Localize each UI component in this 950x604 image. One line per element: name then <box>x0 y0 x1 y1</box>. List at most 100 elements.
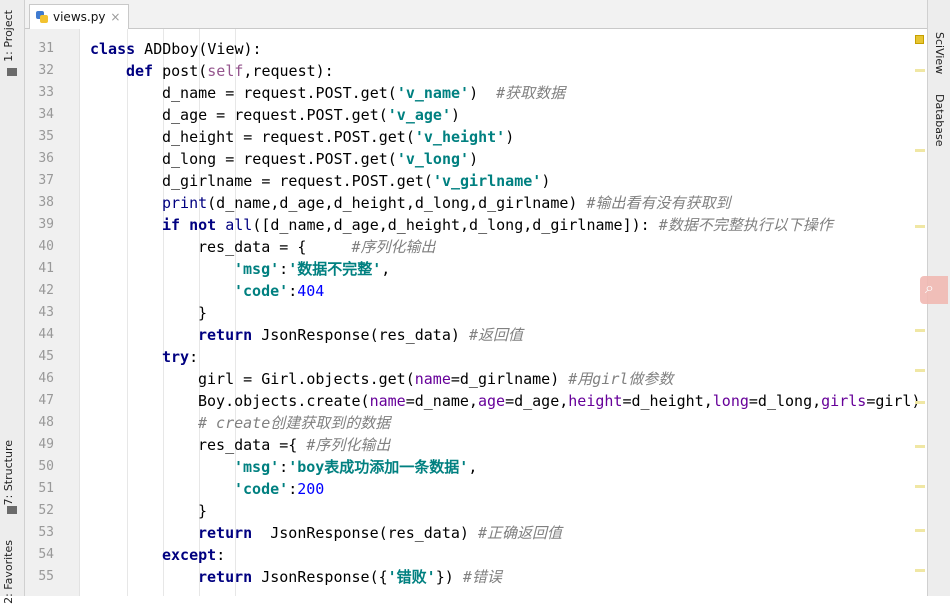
line-number: 33 <box>38 85 54 100</box>
code-text: d_girlname = request.POST.get( <box>162 172 433 190</box>
code-comment: # create创建获取到的数据 <box>198 414 391 432</box>
code-text: =d_height, <box>622 392 713 410</box>
code-line-46[interactable]: girl = Girl.objects.get(name=d_girlname)… <box>198 368 673 390</box>
code-line-54[interactable]: except: <box>162 544 225 566</box>
database-tool-tab[interactable]: Database <box>933 94 946 147</box>
code-text: : <box>288 282 298 300</box>
code-text: =d_long, <box>748 392 822 410</box>
code-text: ([d_name,d_age,d_height,d_long,d_girlnam… <box>252 216 659 234</box>
structure-icon <box>7 506 17 514</box>
keyword: except <box>162 546 217 564</box>
error-stripe[interactable] <box>913 29 927 596</box>
code-line-50[interactable]: 'msg':'boy表成功添加一条数据', <box>234 456 477 478</box>
warning-mark[interactable] <box>915 529 925 532</box>
warning-mark[interactable] <box>915 445 925 448</box>
string-literal: 'v_girlname' <box>432 172 542 190</box>
line-number: 44 <box>38 327 54 342</box>
code-text: JsonResponse(res_data) <box>252 326 469 344</box>
code-text: res_data = { <box>198 238 352 256</box>
line-number: 52 <box>38 503 54 518</box>
project-tool-tab[interactable]: 1: Project <box>2 10 15 62</box>
line-number: 31 <box>38 41 54 56</box>
code-text: JsonResponse(res_data) <box>252 524 478 542</box>
code-line-35[interactable]: d_height = request.POST.get('v_height') <box>162 126 514 148</box>
search-everywhere-button[interactable]: ⌕ <box>920 276 948 304</box>
code-text: : <box>288 480 298 498</box>
line-number: 55 <box>38 569 54 584</box>
code-line-36[interactable]: d_long = request.POST.get('v_long') <box>162 148 478 170</box>
line-number: 51 <box>38 481 54 496</box>
warning-mark[interactable] <box>915 69 925 72</box>
code-text: JsonResponse({ <box>252 568 388 586</box>
folder-icon <box>7 68 17 76</box>
code-line-34[interactable]: d_age = request.POST.get('v_age') <box>162 104 460 126</box>
code-line-51[interactable]: 'code':200 <box>234 478 324 500</box>
code-text: d_long = request.POST.get( <box>162 150 397 168</box>
code-text: , <box>381 260 391 278</box>
code-line-38[interactable]: print(d_name,d_age,d_height,d_long,d_gir… <box>162 192 731 214</box>
warning-mark[interactable] <box>915 369 925 372</box>
warning-mark[interactable] <box>915 485 925 488</box>
warning-mark[interactable] <box>915 225 925 228</box>
code-text: }) <box>435 568 463 586</box>
code-line-52[interactable]: } <box>198 500 207 522</box>
line-number: 42 <box>38 283 54 298</box>
code-line-42[interactable]: 'code':404 <box>234 280 324 302</box>
code-editor[interactable]: class ADDboy(View): def post(self,reques… <box>80 29 927 596</box>
warning-mark[interactable] <box>915 569 925 572</box>
code-line-45[interactable]: try: <box>162 346 198 368</box>
warning-mark[interactable] <box>915 149 925 152</box>
code-text: : <box>216 546 226 564</box>
code-line-48[interactable]: # create创建获取到的数据 <box>198 412 390 434</box>
code-comment: #获取数据 <box>496 84 566 102</box>
keyword-argument: name <box>414 370 451 388</box>
code-line-40[interactable]: res_data = { #序列化输出 <box>198 236 436 258</box>
code-comment: #序列化输出 <box>351 238 436 256</box>
code-line-33[interactable]: d_name = request.POST.get('v_name') #获取数… <box>162 82 565 104</box>
code-text: } <box>198 304 208 322</box>
code-line-47[interactable]: Boy.objects.create(name=d_name,age=d_age… <box>198 390 921 412</box>
code-line-39[interactable]: if not all([d_name,d_age,d_height,d_long… <box>162 214 833 236</box>
code-comment: #错误 <box>462 568 502 586</box>
code-text: ) <box>505 128 515 146</box>
warning-mark[interactable] <box>915 401 925 404</box>
code-line-55[interactable]: return JsonResponse({'错败'}) #错误 <box>198 566 502 588</box>
line-number: 32 <box>38 63 54 78</box>
line-number: 46 <box>38 371 54 386</box>
number-literal: 200 <box>297 480 325 498</box>
line-number: 39 <box>38 217 54 232</box>
code-line-49[interactable]: res_data ={ #序列化输出 <box>198 434 390 456</box>
favorites-tool-tab[interactable]: 2: Favorites <box>2 540 15 604</box>
number-literal: 404 <box>297 282 325 300</box>
editor-tab-views-py[interactable]: views.py × <box>29 4 130 29</box>
structure-tool-tab[interactable]: 7: Structure <box>2 440 15 505</box>
keyword: if <box>162 216 181 234</box>
string-literal: 'v_long' <box>396 150 470 168</box>
code-line-44[interactable]: return JsonResponse(res_data) #返回值 <box>198 324 523 346</box>
string-literal: 'code' <box>234 282 289 300</box>
search-icon: ⌕ <box>925 278 934 297</box>
string-literal: 'code' <box>234 480 289 498</box>
line-number-gutter: 31 32 33 34 35 36 37 38 39 40 41 42 43 4… <box>25 29 91 596</box>
code-line-37[interactable]: d_girlname = request.POST.get('v_girlnam… <box>162 170 550 192</box>
line-number: 53 <box>38 525 54 540</box>
line-number: 37 <box>38 173 54 188</box>
code-line-43[interactable]: } <box>198 302 207 324</box>
string-literal: '错败' <box>387 568 436 586</box>
code-line-31[interactable]: class ADDboy(View): <box>90 38 262 60</box>
sciview-tool-tab[interactable]: SciView <box>933 32 946 74</box>
warning-indicator-icon[interactable] <box>915 35 924 44</box>
code-line-41[interactable]: 'msg':'数据不完整', <box>234 258 390 280</box>
keyword-argument: age <box>477 392 506 410</box>
code-text: ) <box>469 150 479 168</box>
close-tab-icon[interactable]: × <box>110 10 120 24</box>
string-literal: 'v_age' <box>387 106 451 124</box>
code-line-53[interactable]: return JsonResponse(res_data) #正确返回值 <box>198 522 562 544</box>
keyword-argument: name <box>369 392 406 410</box>
line-number: 45 <box>38 349 54 364</box>
code-text: d_height = request.POST.get( <box>162 128 415 146</box>
warning-mark[interactable] <box>915 329 925 332</box>
code-line-32[interactable]: def post(self,request): <box>126 60 334 82</box>
code-comment: #数据不完整执行以下操作 <box>658 216 833 234</box>
keyword-argument: height <box>568 392 623 410</box>
